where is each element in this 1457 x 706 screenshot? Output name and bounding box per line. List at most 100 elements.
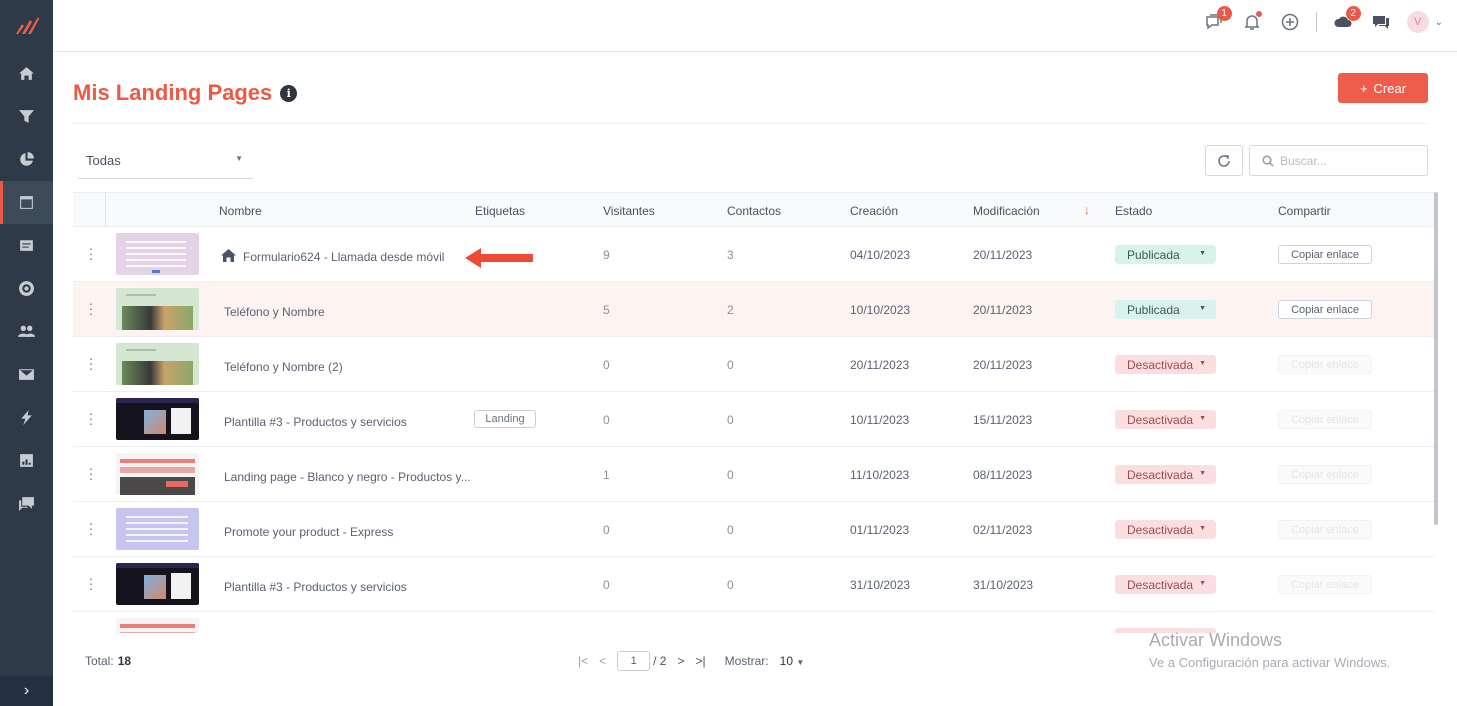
refresh-button[interactable] <box>1205 145 1243 176</box>
row-created: 20/11/2023 <box>850 358 910 372</box>
landing-thumbnail[interactable] <box>116 288 199 330</box>
brand-logo[interactable] <box>0 0 53 52</box>
landing-thumbnail[interactable] <box>116 618 199 633</box>
filter-select[interactable]: Todas ▼ <box>78 146 253 179</box>
status-dropdown[interactable]: Desactivada ▼ <box>1115 575 1216 594</box>
row-menu-icon[interactable]: · · · <box>88 406 94 430</box>
table-row[interactable]: · · · Teléfono y Nombre (2) 0 0 20/11/2023… <box>73 337 1435 392</box>
search-box[interactable] <box>1249 145 1428 176</box>
status-label: Publicada <box>1127 247 1180 262</box>
row-name[interactable]: Teléfono y Nombre <box>224 305 325 319</box>
sidebar-item-contacts[interactable] <box>0 310 53 353</box>
table-row[interactable]: · · · Plantilla #3 - Productos y servicios… <box>73 557 1435 612</box>
col-created[interactable]: Creación <box>850 204 898 218</box>
status-dropdown[interactable]: Publicada ▼ <box>1115 300 1216 319</box>
table-scrollbar[interactable] <box>1434 192 1438 525</box>
row-menu-icon[interactable]: · · · <box>88 571 94 595</box>
copy-link-button[interactable]: Copiar enlace <box>1278 300 1372 319</box>
row-menu-icon[interactable]: · · · <box>88 516 94 540</box>
col-modified[interactable]: Modificación <box>973 204 1040 218</box>
landing-thumbnail[interactable] <box>116 508 199 550</box>
table-row[interactable]: · · · Formulario624 - Llamada desde móvil … <box>73 227 1435 282</box>
row-menu-icon[interactable]: · · · <box>88 296 94 320</box>
sidebar-item-home[interactable] <box>0 52 53 95</box>
table-row[interactable]: · · · Promote your product - Express 0 0 0… <box>73 502 1435 557</box>
sidebar-item-forms[interactable] <box>0 224 53 267</box>
notifications-button[interactable] <box>1240 10 1264 34</box>
page-size-select[interactable]: 10 ▼ <box>780 654 805 668</box>
row-modified: 20/11/2023 <box>973 358 1033 372</box>
sidebar-item-reports[interactable] <box>0 138 53 181</box>
status-dropdown[interactable]: Desactivada ▼ <box>1115 410 1216 429</box>
search-input[interactable] <box>1280 153 1420 168</box>
row-name[interactable]: Teléfono y Nombre (2) <box>224 360 343 374</box>
row-name[interactable]: Plantilla #3 - Productos y servicios <box>224 580 407 594</box>
col-visitors[interactable]: Visitantes <box>603 204 655 218</box>
page-number-input[interactable]: 1 <box>617 651 651 671</box>
cloud-button[interactable]: 2 <box>1331 6 1361 34</box>
sidebar-item-automation[interactable] <box>0 396 53 439</box>
status-dropdown[interactable]: Desactivada ▼ <box>1115 465 1216 484</box>
table-row[interactable]: · · · Landing page - Blanco y negro - Prod… <box>73 447 1435 502</box>
chevron-down-icon[interactable]: ⌄ <box>1435 17 1443 28</box>
page-title-text: Mis Landing Pages <box>73 80 273 105</box>
copy-link-button: Copiar enlace <box>1278 355 1372 374</box>
create-button-label: Crear <box>1373 80 1407 96</box>
col-name[interactable]: Nombre <box>219 204 262 218</box>
create-button[interactable]: + Crear <box>1338 73 1428 103</box>
status-dropdown[interactable]: Publicada ▼ <box>1115 245 1216 264</box>
support-chat-button[interactable] <box>1369 10 1393 34</box>
mail-icon <box>19 369 34 380</box>
sidebar-item-landing-pages[interactable] <box>0 181 53 224</box>
row-contacts: 0 <box>727 413 734 427</box>
col-contacts[interactable]: Contactos <box>727 204 781 218</box>
copy-link-button[interactable]: Copiar enlace <box>1278 245 1372 264</box>
sidebar-item-chat[interactable] <box>0 482 53 525</box>
row-visitors: 1 <box>603 468 610 482</box>
sidebar-item-analytics[interactable] <box>0 439 53 482</box>
status-label: Desactivada <box>1127 467 1194 482</box>
landing-thumbnail[interactable] <box>116 563 199 605</box>
messages-button[interactable]: 1 <box>1202 6 1232 34</box>
row-menu-icon[interactable]: · · · <box>88 351 94 375</box>
landing-thumbnail[interactable] <box>116 398 199 440</box>
add-button[interactable] <box>1278 10 1302 34</box>
col-share[interactable]: Compartir <box>1278 204 1331 218</box>
landing-thumbnail[interactable] <box>116 233 199 275</box>
status-dropdown[interactable]: Desactivada ▼ <box>1115 355 1216 374</box>
sidebar-item-email[interactable] <box>0 353 53 396</box>
page-title: Mis Landing Pages i <box>73 80 298 106</box>
first-page-icon[interactable]: |< <box>578 654 588 668</box>
row-name[interactable]: Plantilla #3 - Productos y servicios <box>224 415 407 429</box>
row-menu-icon[interactable]: · · · <box>88 461 94 485</box>
col-tags[interactable]: Etiquetas <box>475 204 525 218</box>
plus-icon: + <box>1359 80 1368 96</box>
table-row[interactable]: · · · Plantilla #3 - Productos y servicios… <box>73 392 1435 447</box>
table-row[interactable]: · · · Teléfono y Nombre 5 2 10/10/2023 20/… <box>73 282 1435 337</box>
row-created: 04/10/2023 <box>850 248 911 262</box>
user-avatar[interactable]: V <box>1406 11 1429 33</box>
info-icon[interactable]: i <box>280 84 298 102</box>
last-page-icon[interactable]: >| <box>696 654 706 668</box>
landing-thumbnail[interactable] <box>116 343 199 385</box>
sort-desc-icon[interactable]: ↓ <box>1084 203 1090 217</box>
sidebar-item-campaigns[interactable] <box>0 267 53 310</box>
landing-thumbnail[interactable] <box>116 453 199 495</box>
prev-page-icon[interactable]: < <box>599 654 606 668</box>
topbar: 1 2 V ⌄ <box>53 0 1457 52</box>
tag-badge[interactable]: Landing <box>474 410 536 428</box>
watermark-title: Activar Windows <box>1149 630 1283 650</box>
row-name[interactable]: Promote your product - Express <box>224 525 393 539</box>
sidebar-expand-button[interactable]: › <box>0 676 53 706</box>
row-name[interactable]: Landing page - Blanco y negro - Producto… <box>224 470 471 484</box>
status-dropdown[interactable]: Desactivada ▼ <box>1115 520 1216 539</box>
home-icon <box>221 249 236 262</box>
row-name[interactable]: Formulario624 - Llamada desde móvil <box>243 250 444 264</box>
topbar-divider <box>1315 12 1317 32</box>
sidebar-item-funnels[interactable] <box>0 95 53 138</box>
col-status[interactable]: Estado <box>1115 204 1152 218</box>
home-icon <box>19 67 34 80</box>
next-page-icon[interactable]: > <box>677 654 684 668</box>
row-menu-icon[interactable]: · · · <box>88 241 94 265</box>
logo-icon <box>15 17 39 34</box>
